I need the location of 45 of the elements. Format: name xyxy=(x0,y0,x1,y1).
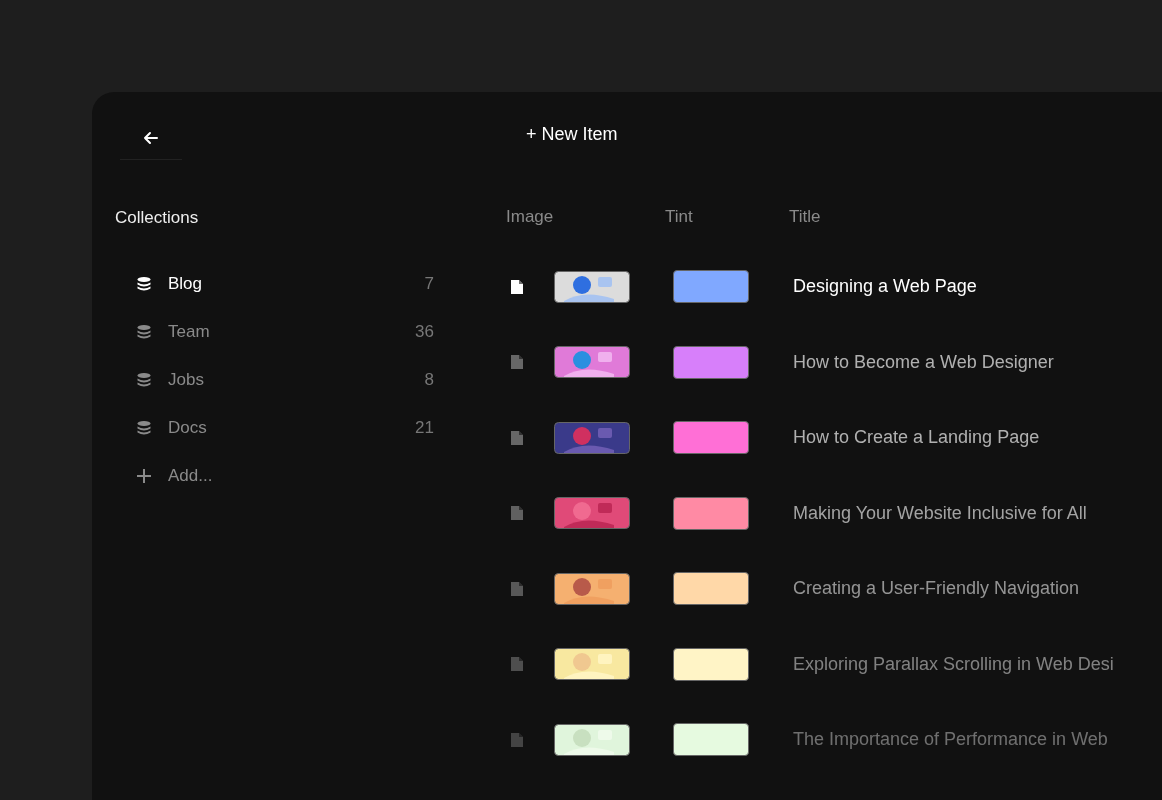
document-icon xyxy=(510,354,524,371)
row-title: Creating a User-Friendly Navigation xyxy=(793,578,1080,600)
add-collection-item[interactable]: Add... xyxy=(114,452,434,500)
collection-name: Blog xyxy=(168,274,204,294)
table-row[interactable]: The Importance of Performance in Web xyxy=(506,702,1162,778)
document-icon xyxy=(510,656,524,673)
table-row[interactable]: Creating a User-Friendly Navigation xyxy=(506,551,1162,627)
plus-icon xyxy=(136,468,152,484)
item-count: 36 xyxy=(414,322,434,342)
table-row[interactable]: Exploring Parallax Scrolling in Web Desi xyxy=(506,626,1162,702)
table-row[interactable]: How to Create a Landing Page xyxy=(506,400,1162,476)
database-icon xyxy=(136,276,152,292)
row-title: How to Become a Web Designer xyxy=(793,351,1054,373)
database-icon xyxy=(136,420,152,436)
add-label: Add... xyxy=(168,466,214,486)
column-header: Title xyxy=(789,207,821,227)
column-header: Image xyxy=(506,207,555,227)
row-title: Exploring Parallax Scrolling in Web Desi xyxy=(793,653,1114,675)
collection-item[interactable]: Jobs 8 xyxy=(114,356,434,404)
document-icon xyxy=(510,505,524,522)
collection-name: Team xyxy=(168,322,211,342)
row-title: Making Your Website Inclusive for All xyxy=(793,502,1087,524)
collection-name: Jobs xyxy=(168,370,205,390)
column-header: Tint xyxy=(665,207,694,227)
item-count: 7 xyxy=(423,274,434,294)
document-icon xyxy=(510,731,524,748)
collection-item[interactable]: Blog 7 xyxy=(114,260,434,308)
table-row[interactable]: Making Your Website Inclusive for All xyxy=(506,475,1162,551)
database-icon xyxy=(136,324,152,340)
collection-item[interactable]: Docs 21 xyxy=(114,404,434,452)
row-title: Designing a Web Page xyxy=(793,276,977,298)
item-count: 21 xyxy=(414,418,434,438)
table-row[interactable]: Designing a Web Page xyxy=(506,249,1162,325)
collection-name: Docs xyxy=(168,418,208,438)
database-icon xyxy=(136,372,152,388)
document-icon xyxy=(510,278,524,295)
row-title: The Importance of Performance in Web xyxy=(793,729,1108,751)
table-row[interactable]: How to Become a Web Designer xyxy=(506,324,1162,400)
new-item-button[interactable]: + New Item xyxy=(526,122,618,147)
sidebar-heading: Collections xyxy=(115,208,200,228)
document-icon xyxy=(510,429,524,446)
item-count: 8 xyxy=(423,370,434,390)
document-icon xyxy=(510,580,524,597)
collection-item[interactable]: Team 36 xyxy=(114,308,434,356)
row-title: How to Create a Landing Page xyxy=(793,427,1040,449)
